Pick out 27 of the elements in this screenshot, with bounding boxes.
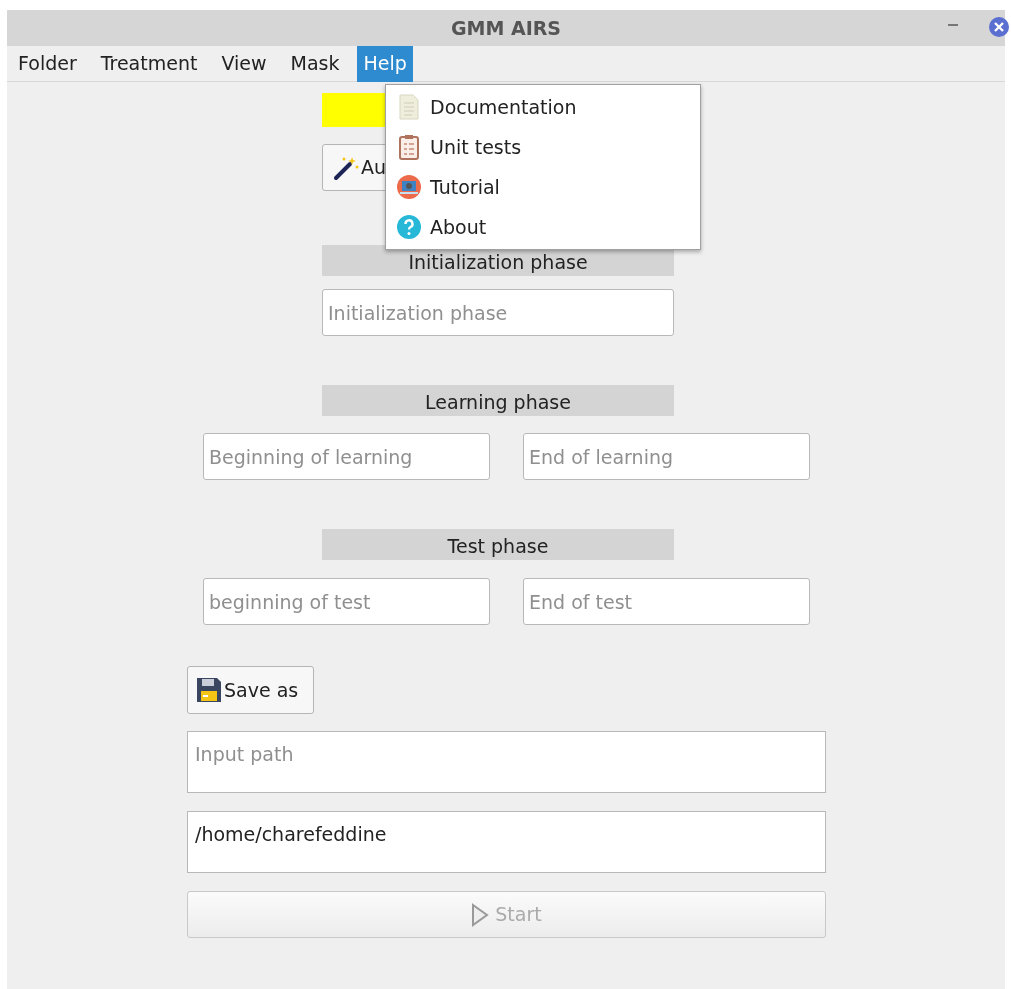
menu-item[interactable]: View	[215, 45, 273, 82]
input-path-field[interactable]: Input path	[187, 731, 826, 793]
menu-item[interactable]: Mask	[284, 45, 346, 82]
text-field[interactable]: Initialization phase	[322, 289, 674, 336]
help-icon	[396, 214, 422, 240]
output-path-field[interactable]: /home/charefeddine	[187, 811, 826, 873]
menu-item[interactable]: Folder	[12, 45, 83, 82]
menu-item[interactable]: Treatment	[94, 45, 204, 82]
clipboard-icon	[398, 134, 420, 160]
minimize-icon[interactable]	[948, 24, 958, 27]
dropdown-item[interactable]: Documentation	[386, 87, 700, 127]
text-field[interactable]: End of learning	[523, 433, 810, 480]
text-field[interactable]: End of test	[523, 578, 810, 625]
dropdown-item[interactable]: Unit tests	[386, 127, 700, 167]
dropdown-item[interactable]: About	[386, 207, 700, 247]
laptop-icon	[396, 174, 422, 200]
save-as-button[interactable]: Save as	[187, 666, 314, 714]
document-icon	[398, 94, 420, 120]
menu-item[interactable]: Help	[357, 45, 413, 82]
dropdown-item[interactable]: Tutorial	[386, 167, 700, 207]
window-title: GMM AIRS	[450, 15, 562, 41]
section-header: Learning phase	[322, 385, 674, 416]
close-icon[interactable]	[988, 16, 1010, 38]
play-icon	[471, 902, 490, 927]
text-field[interactable]: Beginning of learning	[203, 433, 490, 480]
text-field[interactable]: beginning of test	[203, 578, 490, 625]
section-header: Test phase	[322, 529, 674, 560]
